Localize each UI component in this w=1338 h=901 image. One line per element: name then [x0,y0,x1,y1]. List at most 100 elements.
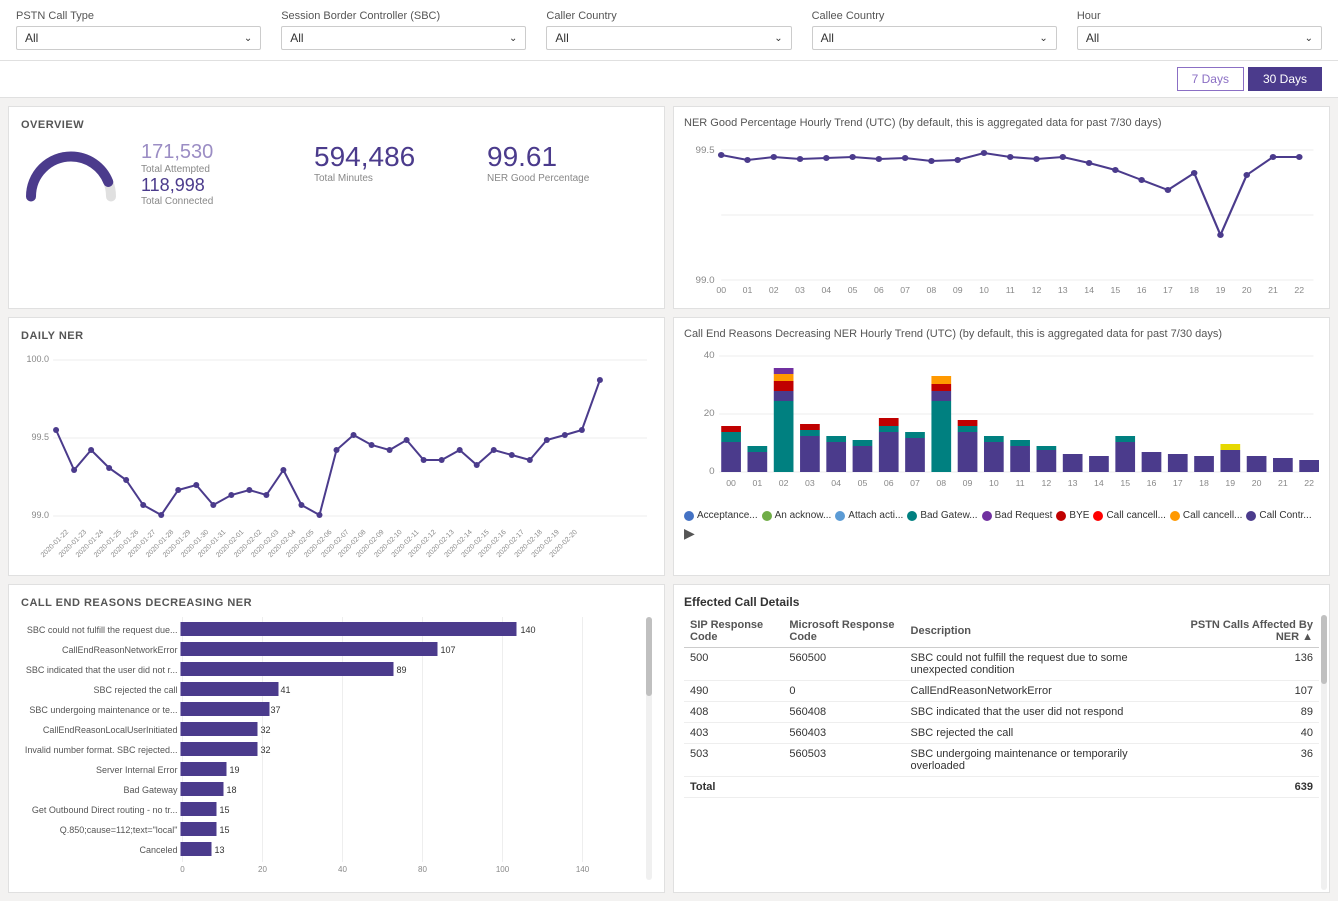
scrollbar-thumb [646,617,652,696]
svg-text:20: 20 [1242,285,1252,295]
cell-desc: CallEndReasonNetworkError [905,681,1183,702]
legend-callcontr-label: Call Contr... [1259,510,1311,521]
30-days-button[interactable]: 30 Days [1248,67,1322,91]
hour-filter-select[interactable]: All ⌄ [1077,26,1322,50]
total-empty1 [783,777,904,798]
legend-attach: Attach acti... [835,510,903,521]
svg-text:CallEndReasonLocalUserInitiate: CallEndReasonLocalUserInitiated [43,725,178,735]
svg-text:10: 10 [989,478,999,488]
legend-anknow-label: An acknow... [775,510,832,521]
svg-text:21: 21 [1268,285,1278,295]
legend-more-icon[interactable]: ▶ [684,525,695,542]
total-minutes-label: Total Minutes [314,173,479,184]
caller-filter-select[interactable]: All ⌄ [546,26,791,50]
svg-text:Server Internal Error: Server Internal Error [96,765,178,775]
col-count: PSTN Calls Affected By NER ▲ [1182,615,1319,648]
legend-callcancel1-dot [1093,511,1103,521]
svg-text:00: 00 [726,478,736,488]
7-days-button[interactable]: 7 Days [1177,67,1244,91]
svg-text:22: 22 [1304,478,1314,488]
svg-text:17: 17 [1163,285,1173,295]
legend-callcancel2-label: Call cancell... [1183,510,1242,521]
filters-bar: PSTN Call Type All ⌄ Session Border Cont… [0,0,1338,61]
svg-text:100: 100 [496,865,510,874]
legend-bye-label: BYE [1069,510,1089,521]
cell-ms: 560403 [783,723,904,744]
svg-text:107: 107 [441,645,456,655]
cell-count: 40 [1182,723,1319,744]
cell-ms: 0 [783,681,904,702]
svg-text:80: 80 [418,865,427,874]
svg-text:02: 02 [769,285,779,295]
svg-text:05: 05 [858,478,868,488]
effected-table: SIP Response Code Microsoft Response Cod… [684,615,1319,798]
callee-filter-value: All [821,31,834,45]
svg-text:12: 12 [1042,478,1052,488]
cell-count: 36 [1182,744,1319,777]
stats-grid: 171,530 Total Attempted 118,998 Total Co… [141,141,652,207]
svg-text:41: 41 [281,685,291,695]
cell-ms: 560503 [783,744,904,777]
hour-filter-value: All [1086,31,1099,45]
legend-badgateway-label: Bad Gatew... [920,510,977,521]
legend-badrequest-dot [982,511,992,521]
daily-ner-svg: 100.0 99.5 99.0 [21,350,652,560]
legend-callcancel2: Call cancell... [1170,510,1242,521]
hourly-legend: Acceptance... An acknow... Attach acti..… [684,510,1319,542]
svg-text:20: 20 [258,865,267,874]
ner-trend-svg: 99.5 99.0 [684,135,1319,295]
svg-text:13: 13 [1058,285,1068,295]
svg-text:13: 13 [1068,478,1078,488]
table-row: 503 560503 SBC undergoing maintenance or… [684,744,1319,777]
svg-text:32: 32 [261,725,271,735]
cell-ms: 560408 [783,702,904,723]
legend-attach-label: Attach acti... [848,510,903,521]
hour-filter-label: Hour [1077,10,1322,22]
table-scrollbar[interactable] [1321,615,1327,890]
cell-ms: 560500 [783,648,904,681]
svg-text:SBC indicated that the user di: SBC indicated that the user did not r... [26,665,178,675]
effected-table-container[interactable]: SIP Response Code Microsoft Response Cod… [684,615,1319,798]
svg-text:140: 140 [576,865,590,874]
svg-text:Q.850;cause=112;text="local": Q.850;cause=112;text="local" [60,825,178,835]
daily-ner-card: Daily NER 100.0 99.5 99.0 [8,317,665,576]
callee-filter-select[interactable]: All ⌄ [812,26,1057,50]
legend-acceptance-label: Acceptance... [697,510,758,521]
cell-desc: SBC could not fulfill the request due to… [905,648,1183,681]
pstn-filter-select[interactable]: All ⌄ [16,26,261,50]
total-connected-label: Total Connected [141,196,306,207]
caller-chevron-icon: ⌄ [774,33,782,44]
svg-text:04: 04 [831,478,841,488]
svg-text:21: 21 [1278,478,1288,488]
legend-attach-dot [835,511,845,521]
svg-text:19: 19 [1225,478,1235,488]
ner-trend-title: NER Good Percentage Hourly Trend (UTC) (… [684,117,1319,129]
bar-chart-wrapper: SBC could not fulfill the request due...… [21,617,652,880]
svg-text:01: 01 [743,285,753,295]
svg-text:07: 07 [900,285,910,295]
sbc-filter-select[interactable]: All ⌄ [281,26,526,50]
call-end-hourly-title: Call End Reasons Decreasing NER Hourly T… [684,328,1319,340]
svg-text:01: 01 [752,478,762,488]
sbc-filter-value: All [290,31,303,45]
svg-text:0: 0 [180,865,185,874]
svg-text:11: 11 [1016,478,1025,488]
legend-acceptance: Acceptance... [684,510,758,521]
cell-sip: 503 [684,744,783,777]
svg-text:SBC rejected the call: SBC rejected the call [93,685,177,695]
hour-chevron-icon: ⌄ [1305,33,1313,44]
call-end-card: Call End Reasons Decreasing NER SBC coul… [8,584,665,893]
table-scrollbar-thumb [1321,615,1327,684]
bar-chart-scrollbar[interactable] [646,617,652,880]
svg-text:22: 22 [1294,285,1304,295]
hour-filter-group: Hour All ⌄ [1077,10,1322,50]
svg-text:0: 0 [709,465,714,475]
svg-text:SBC undergoing maintenance or: SBC undergoing maintenance or te... [29,705,177,715]
svg-text:32: 32 [261,745,271,755]
svg-text:09: 09 [953,285,963,295]
pstn-filter-group: PSTN Call Type All ⌄ [16,10,261,50]
pstn-filter-label: PSTN Call Type [16,10,261,22]
svg-text:19: 19 [230,765,240,775]
effected-table-body: 500 560500 SBC could not fulfill the req… [684,648,1319,777]
svg-text:20: 20 [1252,478,1262,488]
